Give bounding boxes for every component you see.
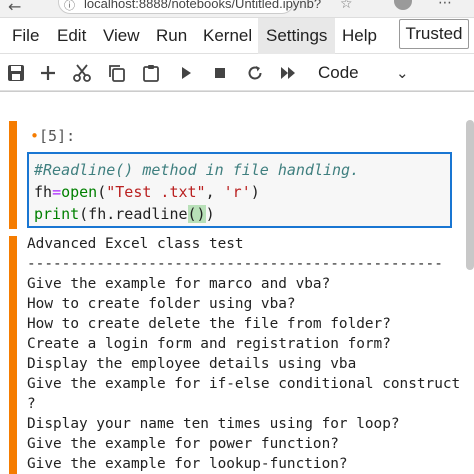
code-editor[interactable]: #Readline() method in file handling. fh=… [27,152,452,228]
code-call: (fh.readline [79,205,188,223]
code-line-1: #Readline() method in file handling. [34,161,359,179]
output-line: ----------------------------------------… [27,256,443,272]
copy-icon[interactable] [107,63,127,83]
back-arrow-icon[interactable]: ← [8,0,21,16]
code-bracket-match: () [187,205,206,223]
output-line: Display your name ten times using for lo… [27,416,400,432]
output-line: Advanced Excel class test [27,236,244,252]
notebook-toolbar: Code ⌄ [0,55,474,91]
execution-count: [5]: [39,127,76,145]
code-builtin: open [61,183,98,201]
cell-type-select[interactable]: Code [318,63,359,83]
code-variable: fh [34,183,53,201]
output-line: Create a login form and registration for… [27,336,391,352]
menu-edit[interactable]: Edit [57,26,86,46]
menu-view[interactable]: View [103,26,140,46]
add-cell-icon[interactable] [38,63,58,83]
stop-icon[interactable] [210,63,230,83]
chevron-down-icon[interactable]: ⌄ [396,64,409,82]
restart-icon[interactable] [245,63,265,83]
menu-settings[interactable]: Settings [258,18,336,54]
output-line: Give the example for power function? [27,436,339,452]
menu-run[interactable]: Run [156,26,187,46]
code-comma: , [205,183,224,201]
output-line: Give the example for if-else conditional… [27,376,461,392]
site-info-icon[interactable]: ⓘ [64,0,75,13]
profile-avatar[interactable] [394,0,412,10]
scrollbar[interactable] [466,120,474,270]
output-line: Give the example for marco and vba? [27,276,331,292]
paste-icon[interactable] [141,63,161,83]
input-collapser[interactable] [9,121,17,229]
code-comment: #Readline() method in file handling. [34,161,360,179]
menu-help[interactable]: Help [342,26,377,46]
output-line: Give the example for lookup-function? [27,456,348,472]
code-line-2: fh=open("Test .txt", 'r') [34,183,260,201]
menu-kernel[interactable]: Kernel [203,26,252,46]
save-icon[interactable] [6,63,26,83]
cell-prompt: •[5]: [30,127,75,145]
more-options-icon[interactable]: ⋯ [438,0,452,11]
cut-icon[interactable] [72,63,92,83]
menu-file[interactable]: File [12,26,39,46]
modified-dot: • [30,127,40,145]
code-paren-close-2: ) [205,205,215,223]
code-operator: = [52,183,62,201]
output-line: How to create folder using vba? [27,296,296,312]
restart-run-all-icon[interactable] [278,63,298,83]
code-string-filename: "Test .txt" [106,183,206,201]
run-icon[interactable] [176,63,196,83]
code-paren-close: ) [250,183,260,201]
browser-address-bar: ← ⓘ localhost:8888/notebooks/Untitled.ip… [0,0,474,18]
code-string-mode: 'r' [223,183,251,201]
code-builtin-print: print [34,205,80,223]
output-line: ? [27,396,36,412]
favorite-star-icon[interactable]: ☆ [340,0,353,12]
code-paren: ( [97,183,107,201]
trusted-indicator[interactable]: Trusted [399,19,469,49]
output-collapser[interactable] [9,236,17,474]
output-line: Display the employee details using vba [27,356,357,372]
code-line-3: print(fh.readline()) [34,205,215,223]
url-text: localhost:8888/notebooks/Untitled.ipynb? [84,0,322,11]
output-line: How to create delete the file from folde… [27,316,391,332]
